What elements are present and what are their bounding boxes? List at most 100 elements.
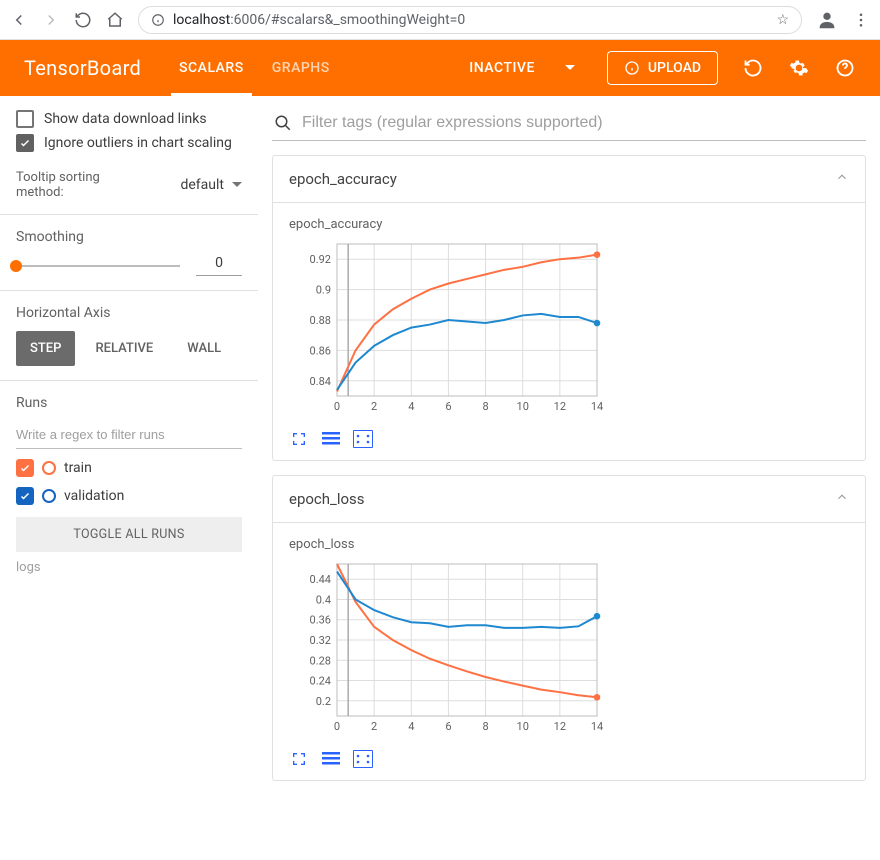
svg-text:12: 12 [554,720,566,733]
profile-icon[interactable] [816,9,838,31]
url-host: localhost [173,12,230,28]
svg-text:2: 2 [371,400,377,413]
svg-text:12: 12 [554,400,566,413]
reload-icon[interactable] [74,11,92,29]
haxis-relative-button[interactable]: RELATIVE [81,331,167,366]
search-icon [274,114,292,132]
svg-text:0.36: 0.36 [310,614,331,627]
svg-text:0.84: 0.84 [310,375,331,388]
expand-icon[interactable] [289,750,309,768]
back-icon[interactable] [10,11,28,29]
svg-text:0.92: 0.92 [310,253,331,266]
chart-title: epoch_loss [289,537,849,552]
chart-epoch-accuracy[interactable]: 0.84 0.86 0.88 0.9 0.92 0 2 4 6 8 10 12 14 [289,238,609,418]
inactive-label: INACTIVE [469,60,535,76]
checkbox-ignore-outliers[interactable]: Ignore outliers in chart scaling [16,134,242,152]
caret-down-icon [232,180,242,190]
card-epoch-loss: epoch_loss epoch_loss 0.20.240.280.320.3… [272,475,866,781]
svg-text:0.28: 0.28 [310,654,331,667]
svg-text:0.4: 0.4 [316,593,331,606]
haxis-step-button[interactable]: STEP [16,331,75,366]
home-icon[interactable] [106,11,124,29]
checkbox-label: Ignore outliers in chart scaling [44,135,232,151]
chart-title: epoch_accuracy [289,217,849,232]
more-icon[interactable] [852,11,870,29]
smoothing-input[interactable]: 0 [196,255,242,276]
inactive-dropdown[interactable]: INACTIVE [469,60,583,76]
checkbox-checked-icon [16,487,34,505]
settings-icon[interactable] [788,57,810,79]
checkbox-checked-icon [16,459,34,477]
tab-scalars[interactable]: SCALARS [165,40,258,96]
browser-chrome: localhost:6006/#scalars&_smoothingWeight… [0,0,880,40]
svg-text:0.24: 0.24 [310,675,331,688]
address-bar[interactable]: localhost:6006/#scalars&_smoothingWeight… [138,6,802,34]
collapse-icon[interactable] [835,490,849,508]
run-swatch-icon [42,461,56,475]
svg-text:4: 4 [408,720,414,733]
svg-text:6: 6 [445,400,451,413]
svg-text:14: 14 [591,720,603,733]
content: epoch_accuracy epoch_accuracy 0.840.860.… [258,96,880,809]
svg-text:0.86: 0.86 [310,344,331,357]
toggle-all-runs-button[interactable]: TOGGLE ALL RUNS [16,517,242,552]
horizontal-axis-title: Horizontal Axis [16,305,242,321]
help-icon[interactable] [834,57,856,79]
collapse-icon[interactable] [835,170,849,188]
run-label: validation [64,488,124,504]
run-row-validation[interactable]: validation [16,487,242,505]
checkbox-show-download[interactable]: Show data download links [16,110,242,128]
card-title: epoch_accuracy [289,170,397,188]
svg-text:8: 8 [482,400,488,413]
url-path: :6006/#scalars&_smoothingWeight=0 [230,12,465,28]
tab-graphs[interactable]: GRAPHS [258,40,344,96]
refresh-icon[interactable] [742,57,764,79]
svg-text:0.44: 0.44 [310,573,331,586]
header-tabs: SCALARS GRAPHS [165,40,344,96]
tag-filter[interactable] [272,110,866,141]
checkbox-label: Show data download links [44,111,207,127]
caret-down-icon [565,63,575,73]
upload-label: UPLOAD [648,60,701,76]
svg-text:4: 4 [408,400,414,413]
fit-icon[interactable] [353,430,373,448]
checkbox-checked-icon [16,134,34,152]
tooltip-sort-select[interactable]: default [180,177,242,194]
svg-text:0.9: 0.9 [316,284,331,297]
svg-text:6: 6 [445,720,451,733]
star-icon[interactable]: ☆ [776,12,789,28]
fit-icon[interactable] [353,750,373,768]
run-label: train [64,460,92,476]
chart-epoch-loss[interactable]: 0.20.240.280.320.360.40.4402468101214 [289,558,609,738]
runs-filter-input[interactable] [16,421,242,449]
svg-text:0: 0 [334,400,340,413]
forward-icon[interactable] [42,11,60,29]
run-swatch-icon [42,489,56,503]
tag-filter-input[interactable] [302,114,864,132]
list-icon[interactable] [321,750,341,768]
svg-text:10: 10 [517,400,529,413]
info-icon [151,13,165,27]
svg-text:0.2: 0.2 [316,695,331,708]
list-icon[interactable] [321,430,341,448]
app-header: TensorBoard SCALARS GRAPHS INACTIVE UPLO… [0,40,880,96]
svg-text:8: 8 [482,720,488,733]
svg-text:0.88: 0.88 [310,314,331,327]
app-logo: TensorBoard [24,56,141,80]
svg-text:0: 0 [334,720,340,733]
logs-dir-label: logs [16,560,242,575]
slider-knob-icon [10,260,22,272]
expand-icon[interactable] [289,430,309,448]
haxis-wall-button[interactable]: WALL [173,331,235,366]
sidebar: Show data download links Ignore outliers… [0,96,258,809]
tooltip-sort-value: default [180,177,224,193]
smoothing-slider[interactable] [16,265,180,267]
upload-button[interactable]: UPLOAD [607,51,718,85]
smoothing-title: Smoothing [16,229,242,245]
card-epoch-accuracy: epoch_accuracy epoch_accuracy 0.840.860.… [272,155,866,461]
run-row-train[interactable]: train [16,459,242,477]
svg-text:14: 14 [591,400,603,413]
checkbox-icon [16,110,34,128]
svg-text:2: 2 [371,720,377,733]
runs-title: Runs [16,395,242,411]
